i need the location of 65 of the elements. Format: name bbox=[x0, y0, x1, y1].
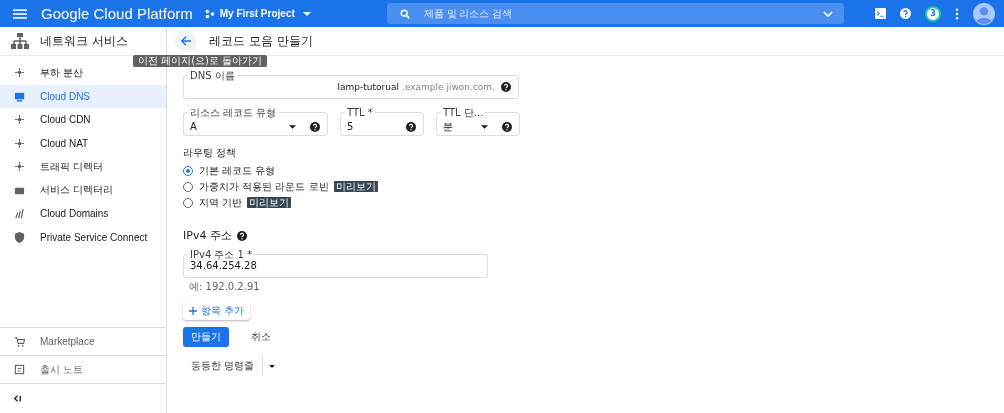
service-icon bbox=[14, 231, 25, 243]
service-icon bbox=[14, 208, 25, 220]
sidebar-item[interactable]: 트래픽 디렉터 bbox=[0, 155, 166, 179]
sidebar-item[interactable]: 서비스 디렉터리 bbox=[0, 178, 166, 202]
routing-policy-label: 라우팅 정책 bbox=[183, 146, 237, 160]
menu-icon[interactable] bbox=[13, 8, 27, 19]
service-icon bbox=[14, 90, 25, 102]
dropdown-arrow-icon bbox=[481, 124, 488, 129]
create-button[interactable]: 만들기 bbox=[183, 327, 229, 347]
domain-suffix: .example.jiwon.com. bbox=[402, 82, 495, 92]
sidebar-title: 네트워크 서비스 bbox=[40, 32, 128, 50]
sidebar-item[interactable]: Cloud CDN bbox=[0, 108, 166, 132]
dropdown-arrow-icon bbox=[289, 124, 296, 129]
cancel-button[interactable]: 취소 bbox=[245, 329, 277, 345]
service-icon bbox=[14, 161, 25, 173]
service-icon bbox=[14, 114, 25, 126]
help-icon[interactable] bbox=[406, 121, 416, 132]
dropdown-arrow-icon[interactable] bbox=[269, 364, 276, 368]
help-icon[interactable] bbox=[502, 121, 512, 132]
record-type-select[interactable]: 리소스 레코드 유형 A bbox=[183, 107, 328, 136]
more-icon[interactable] bbox=[955, 7, 959, 20]
sidebar-item[interactable]: Cloud DNS bbox=[0, 84, 166, 108]
back-button[interactable] bbox=[175, 30, 197, 52]
ttl-field[interactable]: TTL * 5 bbox=[340, 107, 424, 136]
service-icon bbox=[14, 67, 25, 79]
collapse-icon[interactable] bbox=[12, 393, 23, 404]
radio-label: 지역 기반 bbox=[199, 195, 243, 210]
notes-icon bbox=[14, 364, 25, 375]
help-icon[interactable] bbox=[310, 121, 320, 132]
add-item-button[interactable]: 항목 추가 bbox=[183, 302, 251, 320]
terminal-icon[interactable] bbox=[875, 8, 886, 19]
sidebar-item[interactable]: Marketplace bbox=[0, 327, 166, 355]
sidebar-item[interactable]: Private Service Connect bbox=[0, 225, 166, 249]
field-hint: 예: 192.0.2.91 bbox=[189, 280, 260, 294]
back-arrow-icon bbox=[180, 35, 192, 47]
radio-label: 가중치가 적용된 라운드 로빈 bbox=[199, 179, 329, 194]
dns-name-field[interactable]: DNS 이름 lamp-tutorual .example.jiwon.com. bbox=[183, 70, 519, 99]
product-name[interactable]: Google Cloud Platform bbox=[41, 5, 193, 22]
project-selector[interactable]: My First Project bbox=[204, 8, 311, 19]
search-field[interactable]: 제품 및 리소스 검색 bbox=[386, 3, 844, 24]
help-icon[interactable] bbox=[501, 81, 511, 92]
sidebar-item[interactable]: 출시 노트 bbox=[0, 355, 166, 383]
section-heading: IPv4 주소 bbox=[183, 228, 232, 243]
page-title: 레코드 모음 만들기 bbox=[209, 32, 313, 50]
radio-label: 기본 레코드 유형 bbox=[199, 163, 276, 178]
field-value: lamp-tutorual bbox=[337, 82, 399, 92]
ttl-unit-select[interactable]: TTL 단... 분 bbox=[436, 107, 520, 136]
notification-badge[interactable]: 3 bbox=[925, 5, 941, 22]
project-icon bbox=[204, 8, 215, 19]
search-icon bbox=[399, 8, 410, 19]
plus-icon bbox=[189, 307, 197, 315]
caret-icon bbox=[302, 11, 311, 16]
sidebar-item[interactable]: Cloud NAT bbox=[0, 131, 166, 155]
cart-icon bbox=[14, 336, 25, 347]
tooltip: 이전 페이지(으)로 돌아가기 bbox=[133, 55, 268, 67]
network-icon bbox=[11, 33, 29, 49]
preview-badge: 미리보기 bbox=[247, 197, 292, 208]
help-icon[interactable] bbox=[236, 230, 247, 241]
ipv4-field[interactable]: IPv4 주소 1 * 34.64.254.28 bbox=[183, 249, 488, 278]
chevron-down-icon bbox=[822, 10, 833, 17]
sidebar-item[interactable]: Cloud Domains bbox=[0, 202, 166, 226]
equivalent-command-button[interactable]: 동등한 명령줄 bbox=[183, 356, 264, 376]
service-icon bbox=[14, 137, 25, 149]
avatar-icon[interactable] bbox=[973, 2, 995, 25]
preview-badge: 미리보기 bbox=[333, 181, 378, 192]
